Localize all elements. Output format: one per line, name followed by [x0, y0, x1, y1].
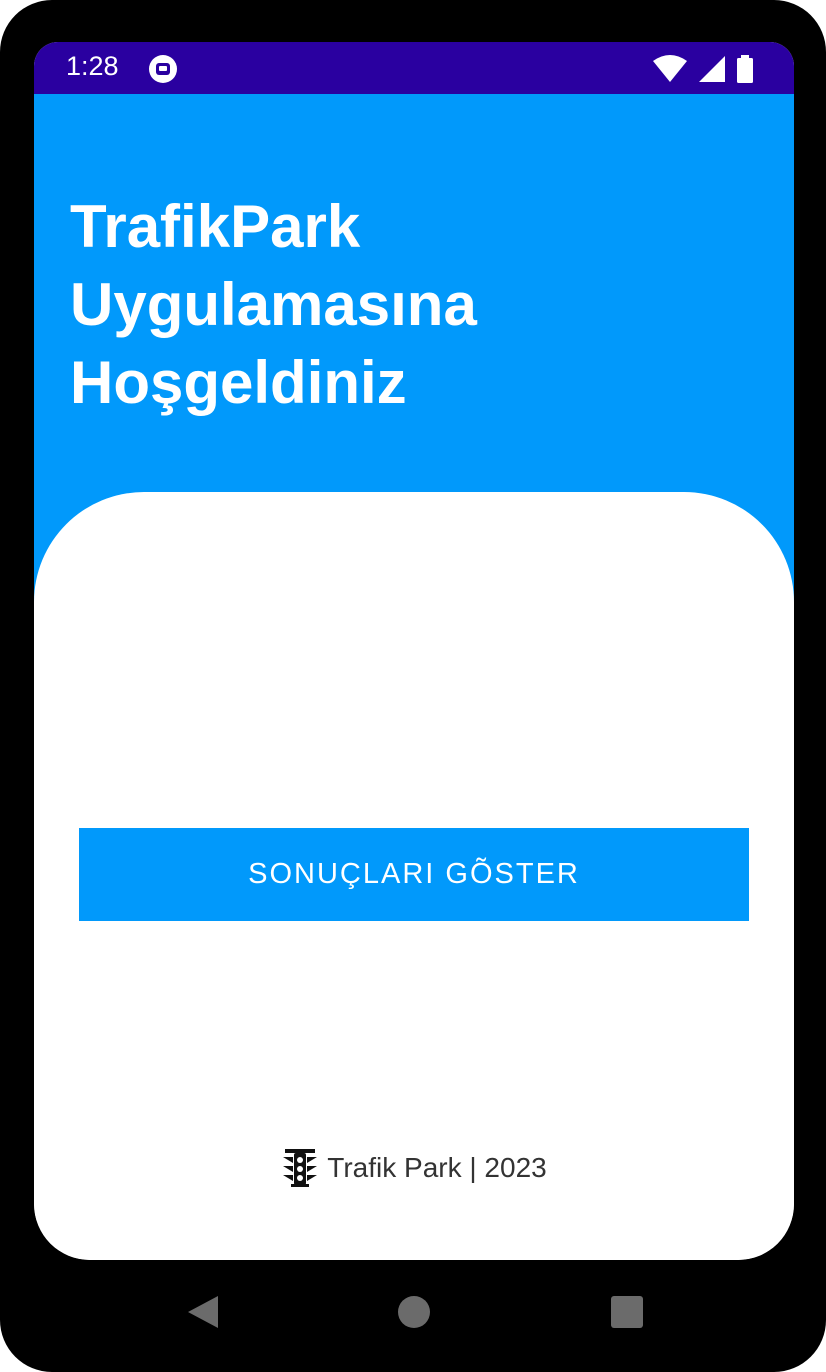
battery-icon — [737, 55, 753, 83]
status-time: 1:28 — [66, 51, 119, 81]
signal-icon — [699, 56, 725, 82]
traffic-light-logo — [283, 1149, 318, 1187]
app-screen: 1:28 TrafikPark Uygulamasına Hoşgeldiniz… — [34, 42, 794, 1260]
device-frame: 1:28 TrafikPark Uygulamasına Hoşgeldiniz… — [0, 0, 826, 1372]
home-icon[interactable] — [396, 1294, 432, 1330]
status-bar: 1:28 — [34, 42, 794, 94]
welcome-line: Uygulamasına — [70, 271, 477, 338]
notification-icon — [149, 55, 177, 83]
recents-icon[interactable] — [609, 1294, 645, 1330]
welcome-title: TrafikPark Uygulamasına Hoşgeldiniz — [70, 188, 690, 422]
footer: Trafik Park | 2023 — [34, 1146, 794, 1190]
welcome-line: TrafikPark — [70, 193, 361, 260]
wifi-icon — [653, 55, 687, 82]
footer-text: Trafik Park | 2023 — [327, 1152, 547, 1183]
back-icon[interactable] — [186, 1294, 222, 1330]
status-icons — [652, 54, 754, 84]
welcome-line: Hoşgeldiniz — [70, 349, 407, 416]
navigation-bar — [0, 1272, 826, 1352]
show-results-button[interactable]: SONUÇLARI GÕSTER — [79, 828, 749, 921]
